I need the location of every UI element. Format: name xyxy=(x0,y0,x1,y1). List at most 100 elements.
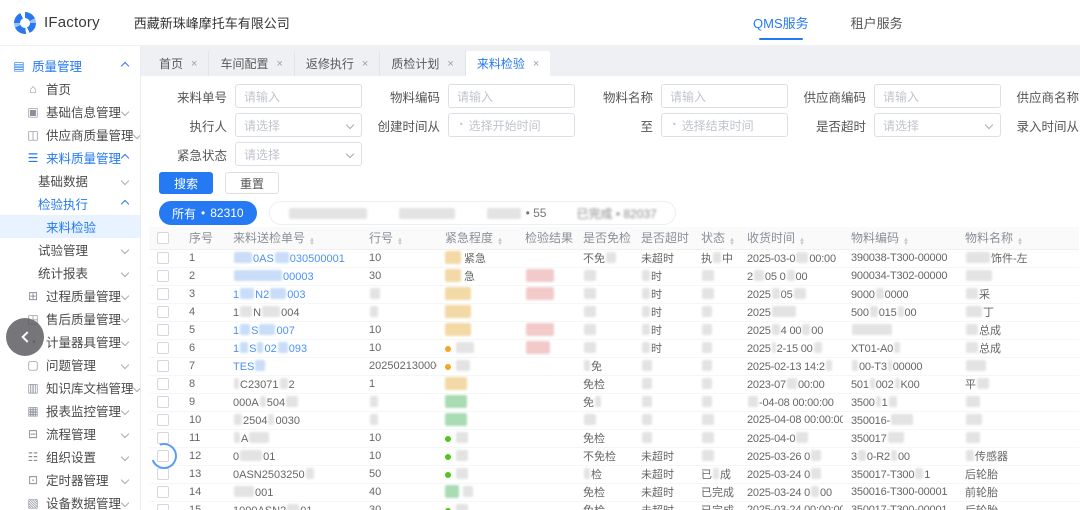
sidebar-item-18[interactable]: ☷组织设置 xyxy=(0,445,140,468)
sidebar-item-5[interactable]: ☰来料质量管理 xyxy=(0,146,140,169)
company-name: 西藏新珠峰摩托车有限公司 xyxy=(134,13,290,32)
cell-index: 6 xyxy=(181,339,225,357)
reset-button[interactable]: 重置 xyxy=(225,172,279,194)
sidebar-item-9[interactable]: 试验管理 xyxy=(0,238,140,261)
top-nav: QMS服务租户服务 xyxy=(753,0,903,45)
top-header: IFactory 西藏新珠峰摩托车有限公司 QMS服务租户服务 xyxy=(0,0,1080,46)
sort-icon[interactable]: ▲▼ xyxy=(799,238,805,246)
sidebar-item-14[interactable]: ▢问题管理 xyxy=(0,353,140,376)
create-time-from-picker[interactable]: ◔选择开始时间 xyxy=(448,113,575,137)
redacted-text xyxy=(463,486,473,497)
row-checkbox[interactable] xyxy=(157,252,169,264)
sidebar-item-2[interactable]: ⌂首页 xyxy=(0,77,140,100)
cell-doc-no[interactable]: 00003 xyxy=(225,267,361,285)
sidebar-item-17[interactable]: ⊟流程管理 xyxy=(0,422,140,445)
redacted-text xyxy=(870,378,875,389)
sidebar-item-label: 检验执行 xyxy=(38,194,88,213)
cell-doc-no[interactable]: 1N2003 xyxy=(225,285,361,303)
tab-3[interactable]: 返修执行× xyxy=(295,51,380,76)
search-button[interactable]: 搜索 xyxy=(159,172,213,194)
filter-pill-all[interactable]: 所有 • 82310 xyxy=(159,201,257,225)
row-checkbox[interactable] xyxy=(157,486,169,498)
row-checkbox[interactable] xyxy=(157,270,169,282)
close-icon[interactable]: × xyxy=(276,58,282,70)
sidebar-item-6[interactable]: 基础数据 xyxy=(0,169,140,192)
sidebar-item-15[interactable]: ▥知识库文档管理 xyxy=(0,376,140,399)
nav-tenant-service[interactable]: 租户服务 xyxy=(851,0,903,45)
sidebar-item-19[interactable]: ⊡定时器管理 xyxy=(0,468,140,491)
sort-icon[interactable]: ▲▼ xyxy=(309,238,315,246)
overtime-flag-select[interactable]: 请选择 xyxy=(874,113,1001,137)
redacted-text xyxy=(584,360,590,371)
row-checkbox[interactable] xyxy=(157,342,169,354)
cell-doc-no[interactable]: TES xyxy=(225,357,361,375)
row-checkbox[interactable] xyxy=(157,414,169,426)
sort-icon[interactable]: ▲▼ xyxy=(397,238,403,246)
redacted-text xyxy=(456,342,474,353)
table-header-row: 序号来料送检单号▲▼行号▲▼紧急程度▲▼检验结果▲▼是否免检▲▼是否超时▲▼状态… xyxy=(149,227,1079,249)
sidebar-item-label: 知识库文档管理 xyxy=(46,378,134,397)
redacted-text xyxy=(487,208,521,219)
filter-pill-5[interactable]: 已完成 • 82037 xyxy=(576,205,656,222)
sidebar-item-4[interactable]: ◫供应商质量管理 xyxy=(0,123,140,146)
cell-urgency: 急 xyxy=(437,267,517,285)
cell-line-no: 20250213000003 xyxy=(361,357,437,375)
close-icon[interactable]: × xyxy=(447,58,453,70)
redacted-text xyxy=(234,414,242,425)
cell-doc-no[interactable]: 0AS030500001 xyxy=(225,249,361,267)
tab-1[interactable]: 首页× xyxy=(148,51,209,76)
field-label: 来料单号 xyxy=(149,87,235,106)
chevron-up-icon xyxy=(121,199,129,207)
redacted-text xyxy=(260,396,266,407)
dot-separator: • xyxy=(201,206,205,220)
sort-icon[interactable]: ▲▼ xyxy=(903,238,909,246)
sort-icon[interactable]: ▲▼ xyxy=(497,238,503,246)
row-checkbox[interactable] xyxy=(157,396,169,408)
supplier-code-input[interactable]: 请输入 xyxy=(874,84,1001,108)
urgency-dot-green xyxy=(445,436,451,442)
sidebar-item-11[interactable]: ⊞过程质量管理 xyxy=(0,284,140,307)
sidebar-item-7[interactable]: 检验执行 xyxy=(0,192,140,215)
sidebar-item-16[interactable]: ▦报表监控管理 xyxy=(0,399,140,422)
tab-5[interactable]: 来料检验× xyxy=(466,51,550,76)
row-checkbox[interactable] xyxy=(157,306,169,318)
row-checkbox[interactable] xyxy=(157,324,169,336)
row-checkbox[interactable] xyxy=(157,504,169,510)
cell-doc-no[interactable]: 1S007 xyxy=(225,321,361,339)
row-checkbox[interactable] xyxy=(157,360,169,372)
sidebar-item-10[interactable]: 统计报表 xyxy=(0,261,140,284)
urgency-tag-orange xyxy=(445,269,461,282)
form-field-material-name: 物料名称请输入 xyxy=(575,84,788,108)
material-code-input[interactable]: 请输入 xyxy=(448,84,575,108)
material-name-input[interactable]: 请输入 xyxy=(661,84,788,108)
select-all-checkbox[interactable] xyxy=(157,232,169,244)
cell-result xyxy=(517,285,575,303)
urgent-status-select[interactable]: 请选择 xyxy=(235,142,362,166)
cell-receive-time: 2025-03-24 000 xyxy=(739,483,843,501)
sidebar-item-1[interactable]: ▤质量管理 xyxy=(0,54,140,77)
cell-doc-no[interactable]: 1S02093 xyxy=(225,339,361,357)
sort-icon[interactable]: ▲▼ xyxy=(1017,238,1023,246)
row-checkbox[interactable] xyxy=(157,288,169,300)
create-time-to-picker[interactable]: ◔选择结束时间 xyxy=(661,113,788,137)
filter-pill-2[interactable] xyxy=(288,208,368,219)
tab-2[interactable]: 车间配置× xyxy=(209,51,294,76)
nav-qms-service[interactable]: QMS服务 xyxy=(753,0,809,45)
sidebar-collapse-button[interactable] xyxy=(6,318,44,356)
close-icon[interactable]: × xyxy=(191,58,197,70)
tab-4[interactable]: 质检计划× xyxy=(380,51,465,76)
sidebar-item-3[interactable]: ▣基础信息管理 xyxy=(0,100,140,123)
sidebar-item-20[interactable]: ▧设备数据管理 xyxy=(0,491,140,510)
close-icon[interactable]: × xyxy=(362,58,368,70)
incoming-doc-no-input[interactable]: 请输入 xyxy=(235,84,362,108)
row-checkbox[interactable] xyxy=(157,378,169,390)
executor-select[interactable]: 请选择 xyxy=(235,113,362,137)
cell-line-no: 10 xyxy=(361,249,437,267)
filter-pill-3[interactable] xyxy=(398,208,456,219)
close-icon[interactable]: × xyxy=(533,58,539,70)
sidebar-item-label: 首页 xyxy=(46,79,71,98)
cell-exempt: 免 xyxy=(575,357,633,375)
filter-pill-4[interactable]: • 55 xyxy=(486,206,547,220)
sidebar-item-8[interactable]: 来料检验 xyxy=(0,215,140,238)
sort-icon[interactable]: ▲▼ xyxy=(729,238,735,246)
